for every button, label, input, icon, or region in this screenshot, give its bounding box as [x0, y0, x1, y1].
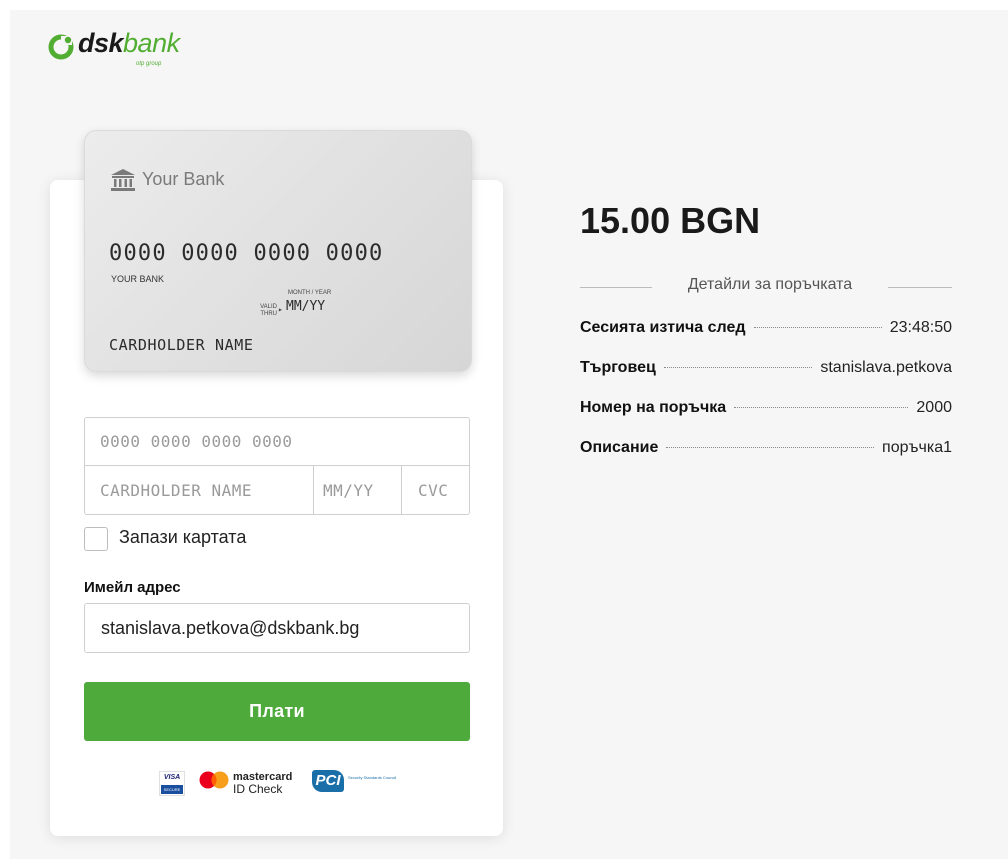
dot-leader [663, 367, 813, 368]
visa-text: VISA [163, 774, 181, 781]
card-holder-preview: CARDHOLDER NAME [109, 336, 254, 354]
card-number-field[interactable]: 0000 0000 0000 0000 [85, 418, 469, 466]
detail-label: Търговец [580, 359, 656, 376]
detail-value: 23:48:50 [889, 319, 952, 336]
detail-value: 2000 [916, 399, 952, 416]
dsk-logo-icon [48, 34, 74, 60]
card-valid-thru: VALID THRU [260, 304, 277, 317]
detail-label: Описание [580, 439, 659, 456]
card-bank-small: YOUR BANK [111, 274, 165, 284]
mastercard-icon [199, 771, 229, 789]
pci-council-text: Security Standards Council [348, 775, 397, 780]
card-arrow-icon: ▸ [278, 305, 283, 314]
logo-dsk-text: dsk [78, 28, 124, 58]
card-preview: Your Bank 0000 0000 0000 0000 YOUR BANK … [84, 130, 472, 372]
card-expiry-preview: MM/YY [286, 299, 326, 314]
email-label: Имейл адрес [84, 579, 181, 596]
pci-badge: PCI Security Standards Council [312, 770, 396, 792]
dot-leader [753, 327, 882, 328]
id-check-text: ID Check [233, 782, 283, 796]
expiry-placeholder: MM/YY [323, 481, 374, 500]
detail-row-order-number: Номер на поръчка 2000 [580, 399, 952, 421]
detail-row-description: Описание поръчка1 [580, 439, 952, 461]
card-month-year-label: MONTH / YEAR [288, 290, 332, 296]
expiry-field[interactable]: MM/YY [314, 466, 402, 514]
email-field[interactable]: stanislava.petkova@dskbank.bg [84, 603, 470, 653]
cardholder-name-placeholder: CARDHOLDER NAME [100, 481, 252, 500]
order-amount: 15.00 BGN [580, 200, 761, 241]
dot-leader [666, 447, 875, 448]
card-number-preview: 0000 0000 0000 0000 [109, 241, 384, 266]
logo-subtitle: otp group [136, 61, 162, 67]
divider-right [888, 287, 952, 288]
detail-label: Номер на поръчка [580, 399, 727, 416]
order-details-heading: Детайли за поръчката [580, 276, 952, 296]
detail-value: поръчка1 [882, 439, 952, 456]
visa-secure-badge: VISA SECURE [159, 771, 185, 796]
detail-row-merchant: Търговец stanislava.petkova [580, 359, 952, 381]
detail-value: stanislava.petkova [820, 359, 952, 376]
logo-bank-text: bank [123, 28, 180, 58]
card-bank-name: Your Bank [142, 169, 225, 189]
divider-left [580, 287, 652, 288]
email-value: stanislava.petkova@dskbank.bg [101, 618, 360, 638]
order-details-title: Детайли за поръчката [687, 276, 853, 293]
cvc-field[interactable]: CVC [402, 466, 469, 514]
visa-sub-text: SECURE [161, 785, 183, 794]
cvc-placeholder: CVC [418, 481, 449, 500]
detail-row-session: Сесията изтича след 23:48:50 [580, 319, 952, 341]
save-card-checkbox[interactable] [84, 527, 108, 551]
pay-button[interactable]: Плати [84, 682, 470, 741]
card-input-group: 0000 0000 0000 0000 CARDHOLDER NAME MM/Y… [84, 417, 470, 515]
bank-icon [111, 169, 135, 191]
dot-leader [734, 407, 909, 408]
save-card-label[interactable]: Запази картата [119, 527, 246, 548]
card-number-placeholder: 0000 0000 0000 0000 [100, 432, 293, 451]
cardholder-name-field[interactable]: CARDHOLDER NAME [85, 466, 314, 514]
detail-label: Сесията изтича след [580, 319, 746, 336]
pci-logo-text: PCI [312, 770, 344, 792]
